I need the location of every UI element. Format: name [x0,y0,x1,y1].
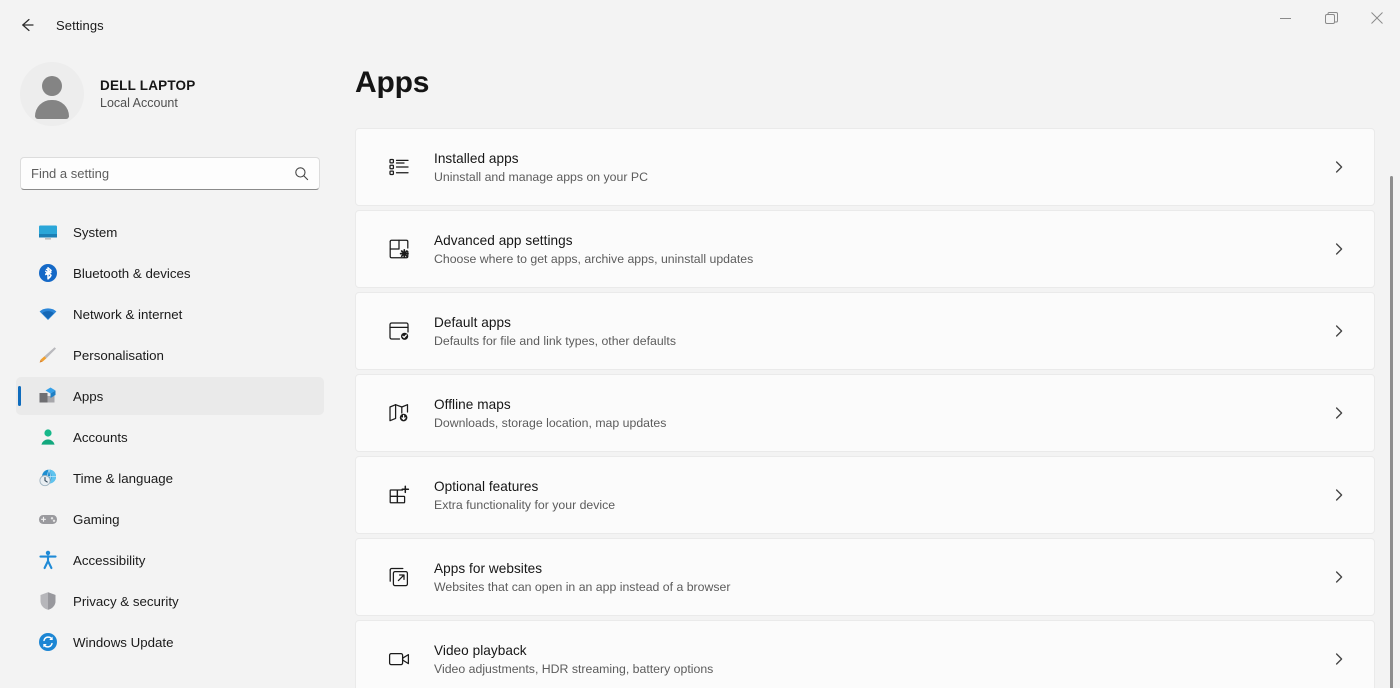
settings-card-advanced-app-settings[interactable]: Advanced app settings Choose where to get… [355,210,1375,288]
video-camera-icon [385,645,413,673]
settings-card-apps-for-websites[interactable]: Apps for websites Websites that can open … [355,538,1375,616]
card-title: Advanced app settings [434,233,1332,248]
back-button[interactable] [12,12,42,38]
card-subtitle: Uninstall and manage apps on your PC [434,170,1332,184]
settings-card-list: Installed apps Uninstall and manage apps … [355,128,1375,688]
card-title: Installed apps [434,151,1332,166]
app-title: Settings [56,18,104,33]
sidebar-item-label: Network & internet [73,307,182,322]
sidebar-item-personalisation[interactable]: Personalisation [16,336,324,374]
list-bullets-icon [385,153,413,181]
sidebar-item-apps[interactable]: Apps [16,377,324,415]
minimize-button[interactable] [1262,0,1308,36]
card-subtitle: Defaults for file and link types, other … [434,334,1332,348]
sidebar-item-gaming[interactable]: Gaming [16,500,324,538]
window-controls [1262,0,1400,36]
sidebar-item-label: System [73,225,117,240]
shield-icon [37,590,59,612]
card-text: Optional features Extra functionality for… [434,479,1332,512]
sidebar-item-system[interactable]: System [16,213,324,251]
monitor-icon [37,221,59,243]
person-avatar-icon [20,62,84,126]
map-download-icon [385,399,413,427]
sidebar-item-label: Accounts [73,430,128,445]
chevron-right-icon[interactable] [1332,324,1346,338]
card-subtitle: Choose where to get apps, archive apps, … [434,252,1332,266]
settings-card-default-apps[interactable]: Default apps Defaults for file and link t… [355,292,1375,370]
sidebar: DELL LAPTOP Local Account System Bluetoo… [0,48,340,688]
sidebar-item-windows-update[interactable]: Windows Update [16,623,324,661]
person-icon [37,426,59,448]
window-check-icon [385,317,413,345]
settings-card-offline-maps[interactable]: Offline maps Downloads, storage location,… [355,374,1375,452]
title-bar: Settings [0,0,1400,48]
scrollbar[interactable] [1387,176,1397,688]
card-text: Default apps Defaults for file and link t… [434,315,1332,348]
settings-card-installed-apps[interactable]: Installed apps Uninstall and manage apps … [355,128,1375,206]
external-link-icon [385,563,413,591]
search-box[interactable] [20,157,320,190]
card-title: Optional features [434,479,1332,494]
sidebar-item-label: Bluetooth & devices [73,266,191,281]
card-text: Apps for websites Websites that can open … [434,561,1332,594]
sidebar-item-accessibility[interactable]: Accessibility [16,541,324,579]
card-subtitle: Video adjustments, HDR streaming, batter… [434,662,1332,676]
accessibility-icon [37,549,59,571]
search-input[interactable] [31,166,294,181]
sidebar-item-label: Personalisation [73,348,164,363]
bluetooth-icon [37,262,59,284]
sidebar-item-label: Windows Update [73,635,174,650]
app-gear-icon [385,235,413,263]
search-icon [294,166,309,181]
back-arrow-icon [18,16,36,34]
account-card[interactable]: DELL LAPTOP Local Account [20,62,195,126]
grid-plus-icon [385,481,413,509]
card-title: Default apps [434,315,1332,330]
chevron-right-icon[interactable] [1332,570,1346,584]
card-title: Apps for websites [434,561,1332,576]
apps-icon [37,385,59,407]
maximize-restore-button[interactable] [1308,0,1354,36]
card-text: Offline maps Downloads, storage location,… [434,397,1332,430]
card-text: Installed apps Uninstall and manage apps … [434,151,1332,184]
card-subtitle: Extra functionality for your device [434,498,1332,512]
scrollbar-thumb[interactable] [1390,176,1393,688]
account-subtitle: Local Account [100,96,195,110]
sidebar-item-privacy-security[interactable]: Privacy & security [16,582,324,620]
sidebar-item-label: Apps [73,389,103,404]
account-name: DELL LAPTOP [100,78,195,93]
update-refresh-icon [37,631,59,653]
close-button[interactable] [1354,0,1400,36]
card-text: Video playback Video adjustments, HDR str… [434,643,1332,676]
card-title: Video playback [434,643,1332,658]
sidebar-item-label: Gaming [73,512,120,527]
chevron-right-icon[interactable] [1332,488,1346,502]
sidebar-item-label: Time & language [73,471,173,486]
sidebar-item-label: Privacy & security [73,594,179,609]
chevron-right-icon[interactable] [1332,652,1346,666]
sidebar-item-label: Accessibility [73,553,145,568]
chevron-right-icon[interactable] [1332,406,1346,420]
chevron-right-icon[interactable] [1332,242,1346,256]
sidebar-item-accounts[interactable]: Accounts [16,418,324,456]
gamepad-icon [37,508,59,530]
main-content: Apps Installed apps Uninstall and manage … [340,48,1400,688]
card-text: Advanced app settings Choose where to get… [434,233,1332,266]
card-title: Offline maps [434,397,1332,412]
wifi-icon [37,303,59,325]
sidebar-nav: System Bluetooth & devices Network & int… [0,210,340,664]
sidebar-item-network-internet[interactable]: Network & internet [16,295,324,333]
sidebar-item-bluetooth-devices[interactable]: Bluetooth & devices [16,254,324,292]
globe-clock-icon [37,467,59,489]
card-subtitle: Websites that can open in an app instead… [434,580,1332,594]
sidebar-item-time-language[interactable]: Time & language [16,459,324,497]
settings-card-video-playback[interactable]: Video playback Video adjustments, HDR str… [355,620,1375,688]
card-subtitle: Downloads, storage location, map updates [434,416,1332,430]
page-title: Apps [355,66,429,100]
chevron-right-icon[interactable] [1332,160,1346,174]
settings-card-optional-features[interactable]: Optional features Extra functionality for… [355,456,1375,534]
paintbrush-icon [37,344,59,366]
